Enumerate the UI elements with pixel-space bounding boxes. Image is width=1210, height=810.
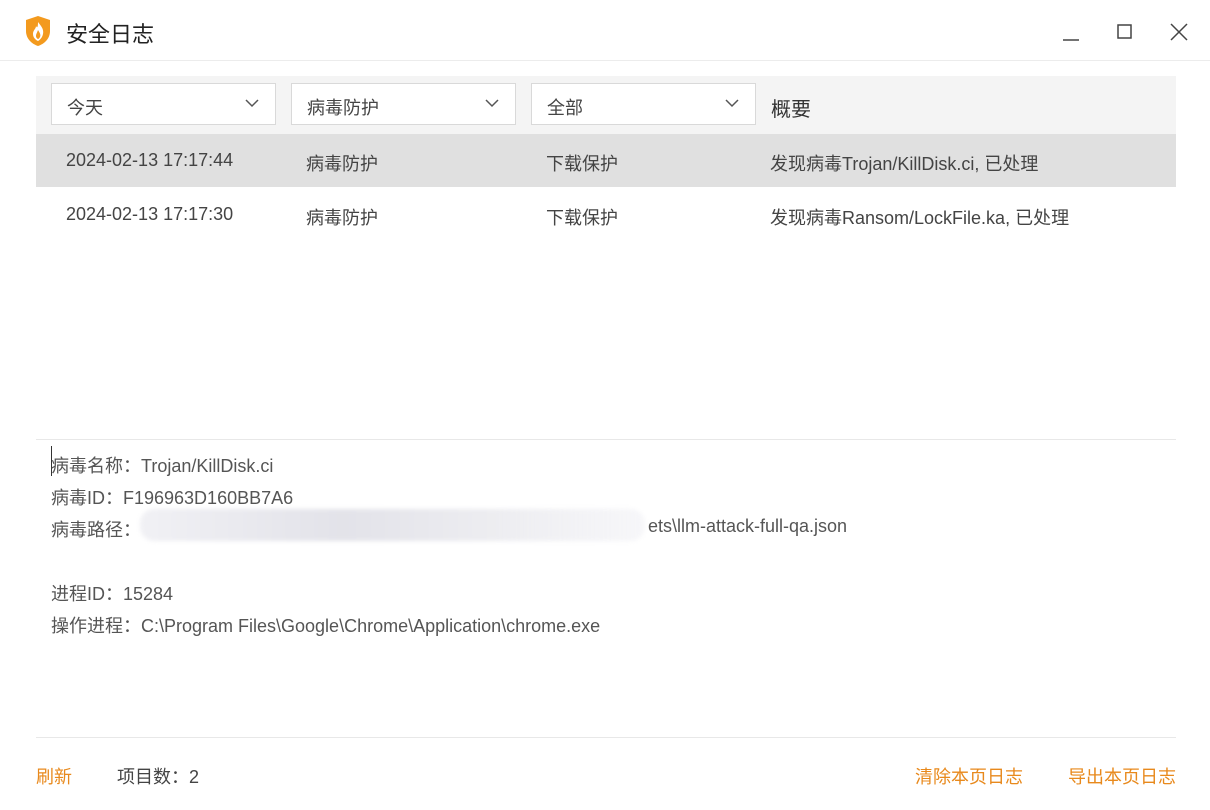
chevron-down-icon [245, 99, 259, 108]
type-filter-value: 全部 [547, 98, 583, 118]
type-filter-dropdown[interactable]: 全部 [531, 83, 756, 125]
log-category: 病毒防护 [306, 208, 378, 228]
divider [36, 439, 1176, 440]
chevron-down-icon [485, 99, 499, 108]
window-title: 安全日志 [66, 22, 155, 47]
log-category: 病毒防护 [306, 154, 378, 174]
title-bar: 安全日志 [0, 0, 1210, 61]
log-type: 下载保护 [546, 154, 618, 174]
process-id: 进程ID：15284 [51, 584, 174, 604]
minimize-icon[interactable] [1057, 18, 1085, 46]
virus-id: 病毒ID：F196963D160BB7A6 [51, 488, 294, 508]
refresh-link[interactable]: 刷新 [36, 763, 72, 789]
virus-name: 病毒名称：Trojan/KillDisk.ci [51, 456, 274, 476]
log-row[interactable]: 2024-02-13 17:17:44 病毒防护 下载保护 发现病毒Trojan… [36, 134, 1176, 187]
divider [36, 737, 1176, 738]
process-path: 操作进程：C:\Program Files\Google\Chrome\Appl… [51, 616, 601, 636]
virus-path-label: 病毒路径： [51, 520, 141, 540]
log-time: 2024-02-13 17:17:44 [66, 150, 234, 170]
close-icon[interactable] [1165, 18, 1193, 46]
log-time: 2024-02-13 17:17:30 [66, 204, 234, 224]
item-count: 项目数：2 [117, 767, 200, 787]
category-filter-dropdown[interactable]: 病毒防护 [291, 83, 516, 125]
date-filter-dropdown[interactable]: 今天 [51, 83, 276, 125]
summary-column-header: 概要 [771, 99, 811, 121]
date-filter-value: 今天 [67, 98, 103, 118]
shield-flame-logo-icon [26, 16, 50, 46]
chevron-down-icon [725, 99, 739, 108]
category-filter-value: 病毒防护 [307, 98, 379, 118]
log-type: 下载保护 [546, 208, 618, 228]
log-row[interactable]: 2024-02-13 17:17:30 病毒防护 下载保护 发现病毒Ransom… [36, 188, 1176, 241]
clear-page-log-link[interactable]: 清除本页日志 [915, 763, 1023, 789]
log-summary: 发现病毒Trojan/KillDisk.ci, 已处理 [770, 154, 1039, 174]
log-summary: 发现病毒Ransom/LockFile.ka, 已处理 [770, 208, 1070, 228]
redacted-path-mask [140, 509, 645, 541]
export-page-log-link[interactable]: 导出本页日志 [1068, 763, 1176, 789]
maximize-icon[interactable] [1111, 18, 1139, 46]
filter-bar: 今天 病毒防护 全部 概要 [36, 76, 1176, 134]
virus-path-value: ets\llm-attack-full-qa.json [648, 516, 848, 536]
